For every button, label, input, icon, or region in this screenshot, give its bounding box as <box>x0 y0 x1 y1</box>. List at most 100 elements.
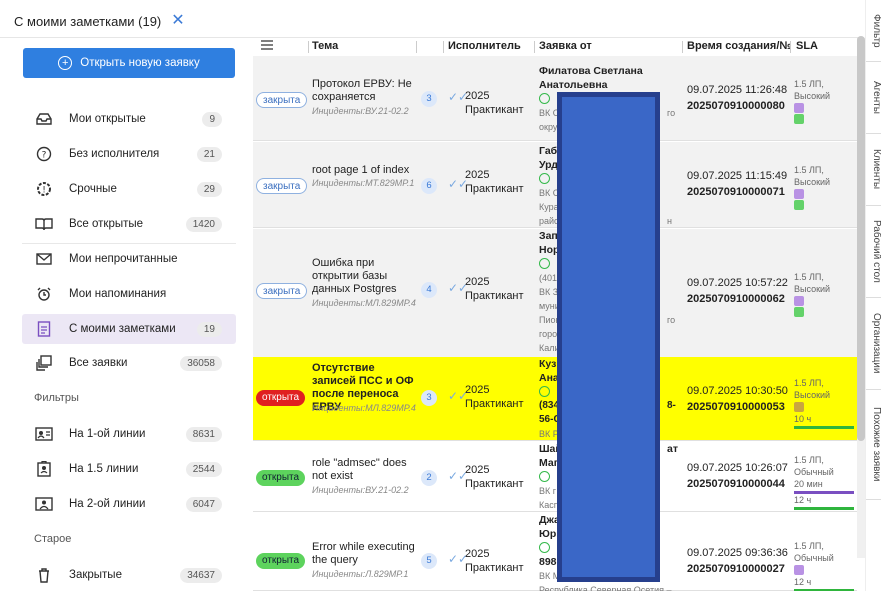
sidebar-item-label: На 1-ой линии <box>69 428 146 440</box>
status-badge: открыта <box>256 553 306 569</box>
table-header: Тема Исполнитель Заявка от Время создани… <box>253 38 857 56</box>
sla-status-icon <box>794 103 804 113</box>
tab-my-notes[interactable]: С моими заметками (19) ✕ <box>8 8 191 34</box>
ticket-subject[interactable]: Протокол ЕРВУ: Не сохраняется <box>312 78 415 104</box>
assignee: 2025 Практикант <box>465 384 524 410</box>
side-tab-clients[interactable]: Клиенты <box>866 134 881 206</box>
assignee: 2025 Практикант <box>465 464 524 490</box>
tab-title: С моими заметками (19) <box>14 13 162 29</box>
table-row[interactable]: открыта Error while executing the query … <box>253 513 857 591</box>
right-side-panel: Фильтр Агенты Клиенты Рабочий стол Орган… <box>865 0 881 591</box>
ticket-incident: Инциденты:ВУ.21-02.2 <box>312 485 409 495</box>
columns-menu-icon[interactable] <box>260 39 274 54</box>
alarm-icon <box>34 286 54 302</box>
header-created[interactable]: Время создания/№ <box>687 40 792 52</box>
sidebar-item-count: 8631 <box>185 426 222 442</box>
id-card-icon <box>34 426 54 442</box>
table-row[interactable]: закрыта root page 1 of index Инциденты:М… <box>253 142 857 228</box>
stack-icon <box>34 355 54 371</box>
sidebar-item-count: 29 <box>196 181 222 197</box>
sidebar-item-reminders[interactable]: Мои напоминания <box>22 279 236 309</box>
created-info: 09.07.2025 10:57:22 2025070910000062 <box>687 277 788 305</box>
alert-gear-icon: ! <box>34 181 54 197</box>
created-info: 09.07.2025 10:30:50 2025070910000053 <box>687 385 788 413</box>
header-subject[interactable]: Тема <box>312 40 338 52</box>
person-badge-icon <box>34 461 54 477</box>
side-tab-filter[interactable]: Фильтр <box>866 0 881 62</box>
sidebar-item-count: 6047 <box>185 496 222 512</box>
sidebar-filter-line15[interactable]: На 1.5 линии 2544 <box>22 454 236 484</box>
article-count-badge: 4 <box>421 282 437 298</box>
sidebar-item-count: 1420 <box>185 216 222 232</box>
created-info: 09.07.2025 11:15:49 2025070910000071 <box>687 170 788 198</box>
sla-ok-icon <box>794 114 804 124</box>
sla-info: 1.5 ЛП, Высокий <box>794 164 856 211</box>
sidebar-item-label: Мои непрочитанные <box>69 253 178 265</box>
sidebar-item-unassigned[interactable]: ? Без исполнителя 21 <box>22 139 236 169</box>
article-count-badge: 5 <box>421 553 437 569</box>
inbox-icon <box>34 111 54 127</box>
ticket-subject[interactable]: Ошибка при открытии базы данных Postgres <box>312 257 415 296</box>
article-count-badge: 6 <box>421 178 437 194</box>
created-info: 09.07.2025 10:26:07 2025070910000044 <box>687 462 788 490</box>
header-applicant[interactable]: Заявка от <box>539 40 592 52</box>
table-row[interactable]: открыта Отсутствие записей ПСС и ОФ посл… <box>253 357 857 441</box>
whatsapp-icon <box>539 541 550 553</box>
status-badge: закрыта <box>256 92 308 108</box>
sidebar-item-my-open[interactable]: Мои открытые 9 <box>22 104 236 134</box>
sidebar-item-label: С моими заметками <box>69 323 176 335</box>
sidebar-item-label: Все заявки <box>69 357 128 369</box>
sidebar-item-count: 34637 <box>180 567 222 583</box>
sidebar-item-count: 19 <box>196 321 222 337</box>
sidebar-item-my-notes[interactable]: С моими заметками 19 <box>22 314 236 344</box>
sidebar-item-all-open[interactable]: Все открытые 1420 <box>22 209 236 239</box>
sidebar-item-urgent[interactable]: ! Срочные 29 <box>22 174 236 204</box>
filters-section-title: Фильтры <box>34 392 79 404</box>
ticket-subject[interactable]: Error while executing the query <box>312 541 415 567</box>
mail-icon <box>34 251 54 267</box>
table-row[interactable]: открыта role "admsec" does not exist Инц… <box>253 442 857 512</box>
header-sla[interactable]: SLA <box>796 40 818 52</box>
table-row[interactable]: закрыта Протокол ЕРВУ: Не сохраняется Ин… <box>253 56 857 141</box>
status-badge: закрыта <box>256 283 308 299</box>
assignee: 2025 Практикант <box>465 169 524 195</box>
whatsapp-icon <box>539 172 550 184</box>
book-open-icon <box>34 216 54 232</box>
status-badge: открыта <box>256 470 306 486</box>
ticket-incident: Инциденты:МТ.829МР.1 <box>312 178 415 188</box>
ticket-incident: Инциденты:МЛ.829МР.4 <box>312 298 416 308</box>
sla-status-icon <box>794 296 804 306</box>
status-badge: открыта <box>256 390 306 406</box>
sla-progress-bar <box>794 507 854 510</box>
ticket-subject[interactable]: root page 1 of index <box>312 164 415 177</box>
ticket-subject[interactable]: role "admsec" does not exist <box>312 457 415 483</box>
sidebar-item-count: 2544 <box>185 461 222 477</box>
sla-ok-icon <box>794 200 804 210</box>
open-new-ticket-button[interactable]: + Открыть новую заявку <box>23 48 235 78</box>
side-tab-similar[interactable]: Похожие заявки <box>866 390 881 500</box>
scrollbar-thumb[interactable] <box>857 36 865 441</box>
sidebar-filter-line2[interactable]: На 2-ой линии 6047 <box>22 489 236 519</box>
side-tab-organizations[interactable]: Организации <box>866 298 881 390</box>
sla-info: 1.5 ЛП, Обычный 12 ч <box>794 540 856 591</box>
sla-progress-bar <box>794 426 854 429</box>
article-count-badge: 3 <box>421 390 437 406</box>
header-assignee[interactable]: Исполнитель <box>448 40 521 52</box>
side-tab-agents[interactable]: Агенты <box>866 62 881 134</box>
sidebar-item-label: Закрытые <box>69 569 122 581</box>
sidebar-filter-line1[interactable]: На 1-ой линии 8631 <box>22 419 236 449</box>
sla-status-icon <box>794 402 804 412</box>
plus-circle-icon: + <box>58 56 73 70</box>
sidebar-item-closed[interactable]: Закрытые 34637 <box>22 560 236 590</box>
article-count-badge: 3 <box>421 91 437 107</box>
sla-info: 1.5 ЛП, Высокий <box>794 271 856 318</box>
sla-info: 1.5 ЛП, Высокий <box>794 78 856 125</box>
sidebar-item-count: 21 <box>196 146 222 162</box>
sidebar-item-count: 36058 <box>180 355 222 371</box>
sidebar-item-unread[interactable]: Мои непрочитанные <box>22 244 236 274</box>
side-tab-desktop[interactable]: Рабочий стол <box>866 206 881 298</box>
sla-status-icon <box>794 189 804 199</box>
open-new-ticket-label: Открыть новую заявку <box>80 57 200 69</box>
close-icon[interactable]: ✕ <box>171 13 184 29</box>
sidebar-item-all-tickets[interactable]: Все заявки 36058 <box>22 348 236 378</box>
